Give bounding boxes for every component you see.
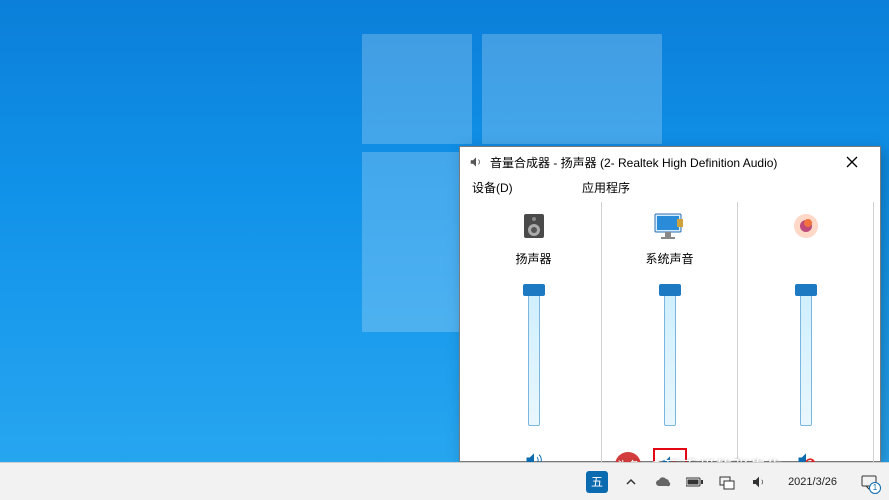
speaker-device-icon[interactable] — [516, 208, 552, 244]
device-column: 扬声器 — [466, 202, 601, 480]
device-label[interactable]: 扬声器 — [515, 250, 551, 266]
app-column-system-sounds: 系统声音 — [602, 202, 737, 480]
ime-indicator[interactable]: 五 — [586, 471, 608, 493]
section-headers: 设备(D) 应用程序 — [460, 175, 880, 202]
speaker-icon — [468, 154, 484, 170]
close-button[interactable] — [830, 151, 874, 173]
system-sounds-icon[interactable] — [652, 208, 688, 244]
titlebar[interactable]: 音量合成器 - 扬声器 (2- Realtek High Definition … — [460, 147, 880, 175]
tray-date: 2021/3/26 — [788, 475, 837, 489]
battery-icon[interactable] — [686, 473, 704, 491]
action-center-icon[interactable]: 1 — [859, 472, 879, 492]
mixer-columns: 扬声器 系统声音 — [460, 202, 880, 490]
apps-header: 应用程序 — [582, 179, 870, 196]
taskbar[interactable]: 五 2021/3/26 1 — [0, 462, 889, 500]
volume-slider-device[interactable] — [523, 286, 545, 426]
app-label[interactable]: 系统声音 — [645, 250, 693, 266]
desktop: 音量合成器 - 扬声器 (2- Realtek High Definition … — [0, 0, 889, 462]
network-icon[interactable] — [718, 473, 736, 491]
tray-clock[interactable]: 2021/3/26 — [788, 475, 837, 489]
onedrive-icon[interactable] — [654, 473, 672, 491]
volume-slider-system[interactable] — [659, 286, 681, 426]
device-header: 设备(D) — [472, 179, 576, 196]
volume-mixer-window: 音量合成器 - 扬声器 (2- Realtek High Definition … — [459, 146, 881, 462]
chevron-up-icon[interactable] — [622, 473, 640, 491]
app-column-browser — [738, 202, 873, 480]
notification-badge: 1 — [869, 482, 881, 494]
app-icon[interactable] — [788, 208, 824, 244]
volume-tray-icon[interactable] — [750, 473, 768, 491]
system-tray: 五 2021/3/26 1 — [586, 471, 889, 493]
volume-slider-app[interactable] — [795, 286, 817, 426]
window-title: 音量合成器 - 扬声器 (2- Realtek High Definition … — [490, 154, 830, 171]
